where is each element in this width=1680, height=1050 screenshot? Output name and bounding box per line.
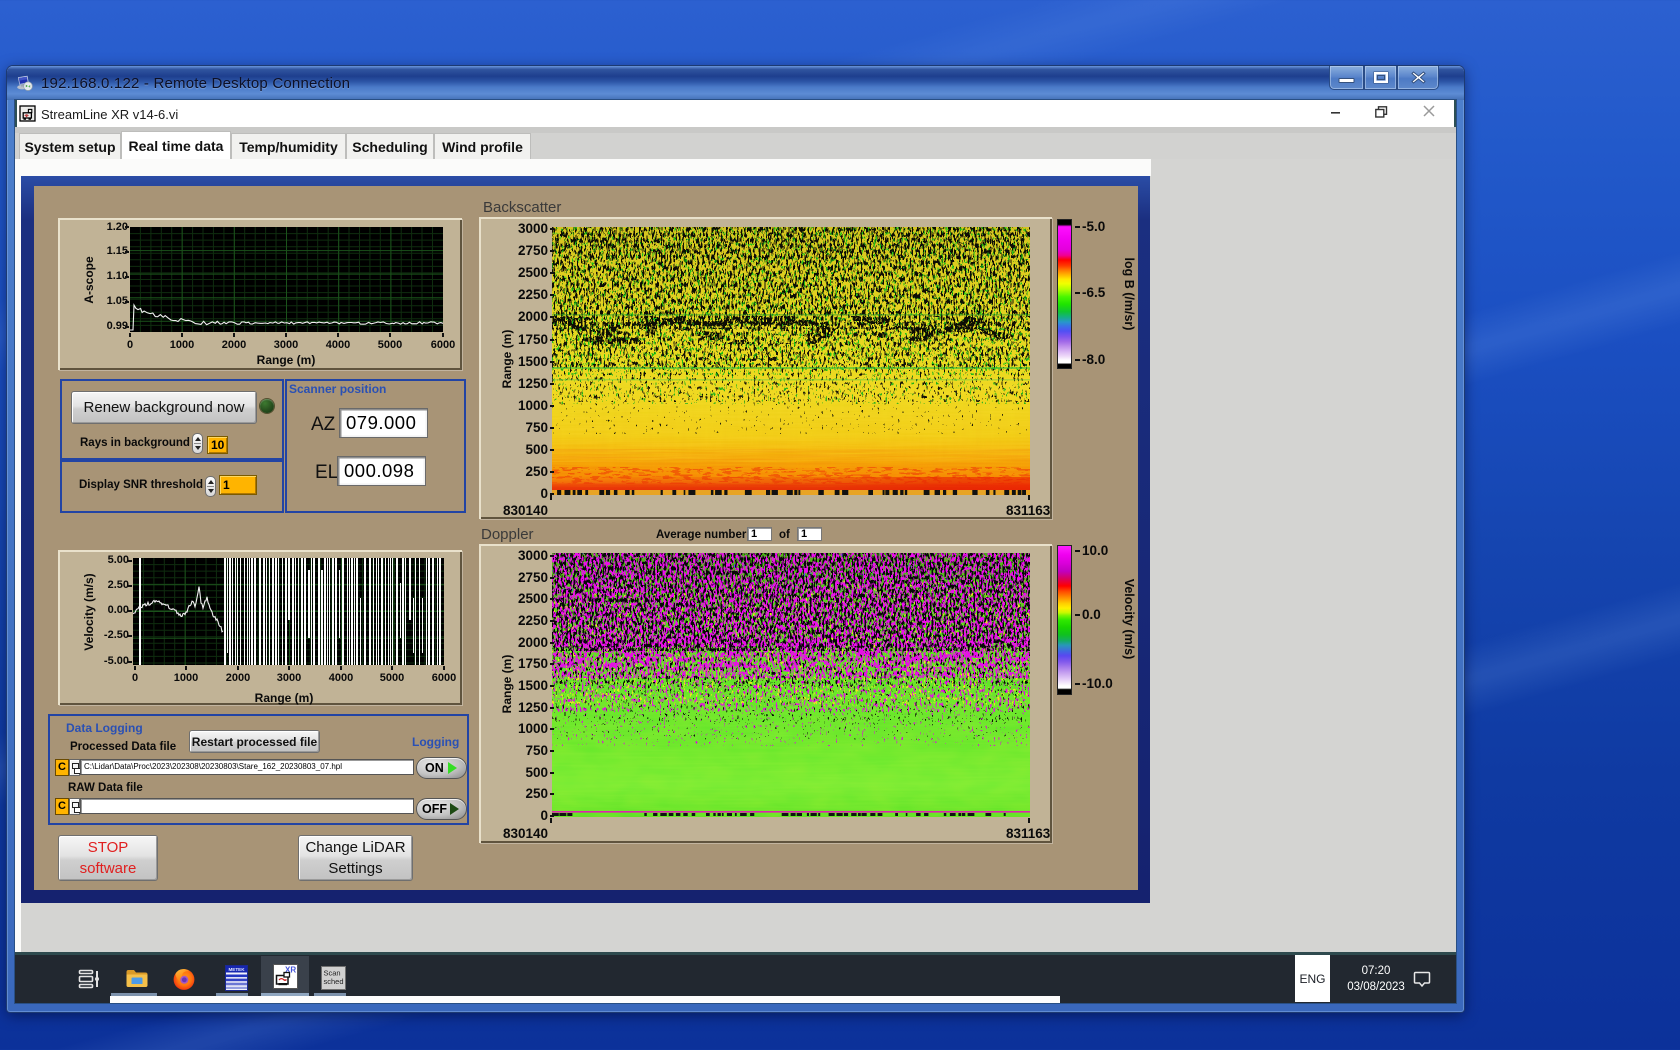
svg-text:METEK: METEK	[228, 967, 245, 972]
svg-text:sched: sched	[324, 977, 344, 986]
